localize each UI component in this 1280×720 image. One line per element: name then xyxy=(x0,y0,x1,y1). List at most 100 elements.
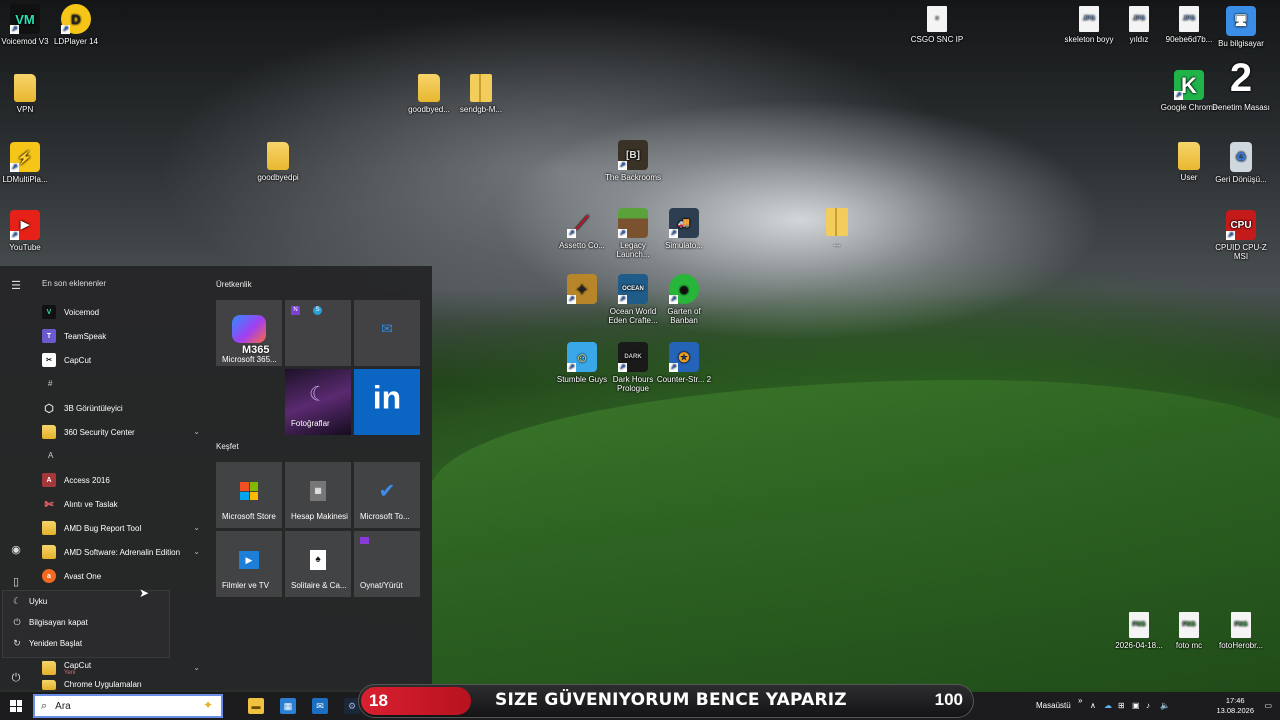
tiles-area: Üretkenlik M365 Microsoft 365... N S ✉ ☾… xyxy=(216,278,426,598)
desktop-icon-chrome[interactable]: K Google Chrome xyxy=(1160,70,1218,112)
desktop-icon-vpn[interactable]: VPN xyxy=(0,74,54,114)
network-icon[interactable]: ⊞ xyxy=(1118,701,1125,710)
app-snip-sketch[interactable]: ✄ Alıntı ve Taslak xyxy=(36,492,206,516)
app-label: 360 Security Center xyxy=(64,427,135,437)
power-icon[interactable]: ⏻ xyxy=(8,670,24,686)
desktop-toolbar-label[interactable]: Masaüstü xyxy=(1036,701,1071,710)
tile-label: Solitaire & Ca... xyxy=(291,581,347,590)
counter-strike-icon: ✪ xyxy=(669,342,699,372)
folder-icon xyxy=(14,74,36,102)
desktop-icon-recycle-bin[interactable]: ♻ Geri Dönüşü... xyxy=(1212,142,1270,184)
app-capcut-folder[interactable]: CapCut Yeni ⌄ xyxy=(36,656,206,680)
power-item-label: Yeniden Başlat xyxy=(29,639,83,648)
desktop-icon-label: 90ebe6d7b... xyxy=(1165,35,1213,44)
voicemod-icon: VM xyxy=(10,4,40,34)
notifications-icon[interactable]: ▭ xyxy=(1264,701,1272,710)
desktop-icon-goodbyed[interactable]: goodbyed... xyxy=(400,74,458,114)
ldplayer-icon: D xyxy=(61,4,91,34)
app-access[interactable]: A Access 2016 xyxy=(36,468,206,492)
desktop-icon-control-panel[interactable]: 2 Denetim Masası xyxy=(1212,56,1270,113)
folder-icon xyxy=(42,545,56,559)
letter-header-a[interactable]: A xyxy=(36,444,206,468)
app-360-security[interactable]: 360 Security Center ⌄ xyxy=(36,420,206,444)
show-hidden-icons[interactable]: ∧ xyxy=(1090,701,1096,710)
desktop-icon-ldmultiplayer[interactable]: ⚡ LDMultiPla... xyxy=(0,142,54,184)
access-icon: A xyxy=(42,473,56,487)
desktop-icon-this-pc[interactable]: 🖥 Bu bilgisayar xyxy=(1212,6,1270,48)
mail-taskbar-icon[interactable]: ✉ xyxy=(312,698,328,714)
computer-icon: 🖥 xyxy=(1226,6,1256,36)
desktop-icon-dark-hours[interactable]: DARK Dark Hours Prologue xyxy=(604,342,662,393)
tile-linkedin[interactable]: in xyxy=(354,369,420,435)
taskbar-search-box[interactable]: ⌕ Ara ✦ xyxy=(33,694,223,718)
desktop-icon-csgo-snc-ip[interactable]: ≡ CSGO SNC IP xyxy=(908,6,966,44)
desktop-icon-goodbyedpi[interactable]: goodbyedpi xyxy=(249,142,307,182)
desktop-icon-cs-game[interactable]: ✦ xyxy=(553,274,611,307)
power-restart-item[interactable]: ↻ Yeniden Başlat xyxy=(3,633,169,654)
tile-movies-tv[interactable]: ▶ Filmler ve TV xyxy=(216,531,282,597)
onedrive-icon[interactable]: ☁ xyxy=(1104,701,1112,710)
microphone-icon[interactable]: ♪ xyxy=(1146,701,1150,710)
app-teamspeak[interactable]: T TeamSpeak xyxy=(36,324,206,348)
file-explorer-icon[interactable]: ▬ xyxy=(248,698,264,714)
desktop-icon-label: Geri Dönüşü... xyxy=(1215,175,1267,184)
tile-calculator[interactable]: ▦ Hesap Makinesi xyxy=(285,462,351,528)
wallpaper-hill xyxy=(430,380,1280,700)
desktop-icon-cpuz[interactable]: CPU CPUID CPU-Z MSI xyxy=(1212,210,1270,261)
tile-play[interactable]: Oynat/Yürüt xyxy=(354,531,420,597)
documents-icon[interactable]: ▯ xyxy=(8,574,24,590)
tile-microsoft-store[interactable]: Microsoft Store xyxy=(216,462,282,528)
png-file-icon: PNG xyxy=(1179,612,1199,638)
chevron-icon[interactable]: » xyxy=(1078,696,1082,705)
desktop-icon-youtube[interactable]: ▶ YouTube xyxy=(0,210,54,252)
clock[interactable]: 17:46 13.08.2026 xyxy=(1216,696,1254,716)
letter-header-hash[interactable]: # xyxy=(36,372,206,396)
app-3d-viewer[interactable]: ⬡ 3B Görüntüleyici xyxy=(36,396,206,420)
desktop-icon-assetto[interactable]: ⟋ Assetto Co... xyxy=(553,208,611,251)
desktop-icon-legacy-launcher[interactable]: Legacy Launch... xyxy=(604,208,662,259)
app-avast-one[interactable]: a Avast One xyxy=(36,564,206,588)
desktop-icon-ocean-world[interactable]: OCEAN Ocean World Eden Crafte... xyxy=(604,274,662,325)
app-amd-bug-report[interactable]: AMD Bug Report Tool ⌄ xyxy=(36,516,206,540)
desktop-icon-90ebe[interactable]: JPG 90ebe6d7b... xyxy=(1160,6,1218,44)
desktop-icon-foto-herobrine[interactable]: PNG fotoHerobr... xyxy=(1212,612,1270,650)
start-button[interactable] xyxy=(0,692,32,720)
desktop-icon-sendgb[interactable]: sendgb-M... xyxy=(452,74,510,114)
desktop-icon-user[interactable]: User xyxy=(1160,142,1218,182)
tile-microsoft-todo[interactable]: ✔ Microsoft To... xyxy=(354,462,420,528)
avast-icon: a xyxy=(42,569,56,583)
desktop-icon-label: goodbyed... xyxy=(408,105,450,114)
text-file-icon: ≡ xyxy=(927,6,947,32)
app-label: Voicemod xyxy=(64,307,100,317)
desktop-icon-simulator[interactable]: 🚚 Simulato... xyxy=(655,208,713,250)
app-voicemod[interactable]: V Voicemod xyxy=(36,300,206,324)
sparkle-icon: ✦ xyxy=(202,698,213,712)
jpg-file-icon: JPG xyxy=(1179,6,1199,32)
desktop-icon-garten[interactable]: ☻ Garten of Banban xyxy=(655,274,713,325)
zip-folder-icon xyxy=(826,208,848,236)
desktop-icon-counter-strike[interactable]: ✪ Counter-Str... 2 xyxy=(655,342,713,384)
user-account-icon[interactable]: ◉ xyxy=(8,542,24,558)
tile-office-folder[interactable]: N S xyxy=(285,300,351,366)
goal-current-count: 18 xyxy=(361,687,471,715)
app-amd-software[interactable]: AMD Software: Adrenalin Edition ⌄ xyxy=(36,540,206,564)
desktop-icon-foto-mc[interactable]: PNG foto mc xyxy=(1160,612,1218,650)
power-shutdown-item[interactable]: ⏻ Bilgisayarı kapat xyxy=(3,612,169,633)
chevron-down-icon: ⌄ xyxy=(193,523,200,532)
speaker-icon[interactable]: 🔈 xyxy=(1160,701,1170,710)
desktop-icon-zip[interactable]: ... xyxy=(808,208,866,248)
tile-outlook[interactable]: ✉ xyxy=(354,300,420,366)
device-icon[interactable]: ▣ xyxy=(1132,701,1140,710)
tile-microsoft-365[interactable]: M365 Microsoft 365... xyxy=(216,300,282,366)
tile-solitaire[interactable]: ♠ Solitaire & Ca... xyxy=(285,531,351,597)
tile-photos[interactable]: ☾ Fotoğraflar xyxy=(285,369,351,435)
stumble-guys-icon: ☺ xyxy=(567,342,597,372)
store-taskbar-icon[interactable]: ▦ xyxy=(280,698,296,714)
app-chrome-apps-folder[interactable]: Chrome Uygulamaları xyxy=(36,680,206,690)
desktop-icon-backrooms[interactable]: [B] The Backrooms xyxy=(604,140,662,182)
desktop-icon-ldplayer[interactable]: D LDPlayer 14 xyxy=(47,4,105,46)
desktop-icon-voicemod[interactable]: VM Voicemod V3 xyxy=(0,4,54,46)
hamburger-menu-icon[interactable]: ☰ xyxy=(8,278,24,294)
app-capcut[interactable]: ✂ CapCut xyxy=(36,348,206,372)
desktop-icon-stumble-guys[interactable]: ☺ Stumble Guys xyxy=(553,342,611,384)
